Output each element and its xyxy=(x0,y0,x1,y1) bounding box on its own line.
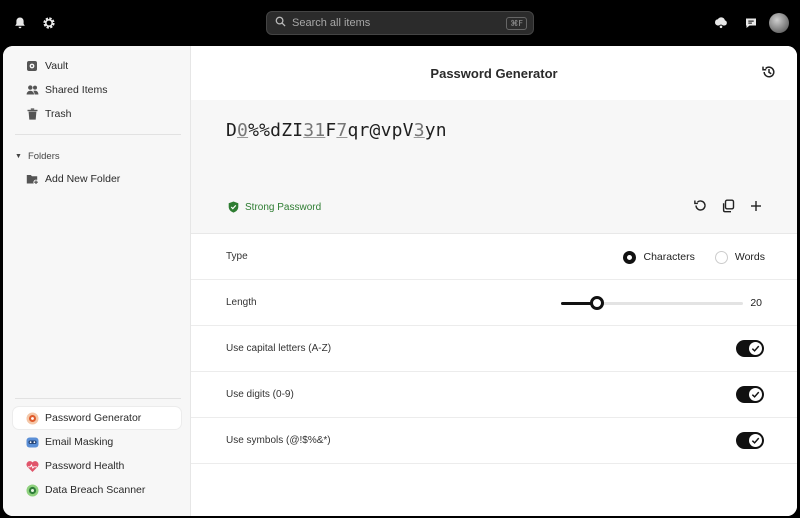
trash-icon xyxy=(25,107,39,121)
radio-selected[interactable] xyxy=(623,250,637,264)
copy-button[interactable] xyxy=(719,198,737,216)
sidebar-item-label: Add New Folder xyxy=(45,173,121,185)
password-digit-segment: 3 xyxy=(413,120,425,141)
sidebar-item-label: Vault xyxy=(45,60,69,72)
check-icon xyxy=(751,437,760,444)
option-row-capital-letters: Use capital letters (A-Z) xyxy=(191,326,797,372)
option-row-digits: Use digits (0-9) xyxy=(191,372,797,418)
password-digit-segment: 7 xyxy=(336,120,348,141)
password-actions xyxy=(691,198,765,216)
search-bar[interactable]: Search all items ⌘F xyxy=(266,11,534,35)
avatar[interactable] xyxy=(769,13,789,33)
radio-label: Words xyxy=(734,251,765,263)
length-slider[interactable] xyxy=(561,296,743,310)
page-title: Password Generator xyxy=(430,65,558,81)
folders-label: Folders xyxy=(27,151,60,162)
sync-icon[interactable] xyxy=(711,13,731,33)
search-shortcut-badge: ⌘F xyxy=(506,16,527,30)
sidebar: Vault Shared Items Trash ▼ Folders Add N… xyxy=(3,46,191,516)
app-window: Vault Shared Items Trash ▼ Folders Add N… xyxy=(3,46,797,516)
toggle-knob xyxy=(749,388,762,401)
plus-icon xyxy=(750,200,762,215)
password-digit-segment: 0 xyxy=(237,120,249,141)
option-label: Use capital letters (A-Z) xyxy=(226,343,332,354)
refresh-icon xyxy=(693,198,708,216)
folders-section-toggle[interactable]: ▼ Folders xyxy=(15,151,60,162)
email-masking-icon xyxy=(25,435,39,449)
search-icon xyxy=(275,16,286,30)
sidebar-item-label: Password Generator xyxy=(45,412,142,424)
data-breach-scanner-icon xyxy=(25,483,39,497)
sidebar-item-email-masking[interactable]: Email Masking xyxy=(13,431,181,453)
type-option-characters[interactable]: Characters xyxy=(623,250,695,264)
generated-password[interactable]: D0%%dZI31F7qr@vpV3yn xyxy=(226,120,447,141)
history-button[interactable] xyxy=(759,63,779,83)
add-new-folder-button[interactable]: Add New Folder xyxy=(13,168,181,190)
regenerate-button[interactable] xyxy=(691,198,709,216)
toggle-knob xyxy=(749,434,762,447)
add-button[interactable] xyxy=(747,198,765,216)
length-label: Length xyxy=(226,297,257,308)
length-value: 20 xyxy=(750,297,762,309)
shield-check-icon xyxy=(228,201,239,213)
sidebar-item-password-health[interactable]: Password Health xyxy=(13,455,181,477)
sidebar-divider xyxy=(15,398,181,399)
password-segment: yn xyxy=(424,120,447,141)
password-segment: %%dZI xyxy=(248,120,304,141)
chat-icon[interactable] xyxy=(741,13,761,33)
caret-down-icon: ▼ xyxy=(15,153,22,160)
sidebar-item-vault[interactable]: Vault xyxy=(13,55,181,77)
option-label: Use digits (0-9) xyxy=(226,389,294,400)
sidebar-item-shared-items[interactable]: Shared Items xyxy=(13,79,181,101)
radio-unselected[interactable] xyxy=(714,250,728,264)
check-icon xyxy=(751,391,760,398)
sidebar-item-data-breach-scanner[interactable]: Data Breach Scanner xyxy=(13,479,181,501)
password-digit-segment: 31 xyxy=(303,120,326,141)
people-icon xyxy=(25,83,39,97)
password-health-icon xyxy=(25,459,39,473)
length-row: Length 20 xyxy=(191,280,797,326)
password-segment: F xyxy=(325,120,337,141)
toggle-knob xyxy=(749,342,762,355)
copy-icon xyxy=(721,199,735,216)
option-label: Use symbols (@!$%&*) xyxy=(226,435,331,446)
radio-label: Characters xyxy=(643,251,695,263)
password-display-area: D0%%dZI31F7qr@vpV3yn Strong Password xyxy=(191,100,797,234)
password-strength-indicator: Strong Password xyxy=(228,201,321,213)
sidebar-divider xyxy=(15,134,181,135)
type-option-words[interactable]: Words xyxy=(714,250,765,264)
option-row-symbols: Use symbols (@!$%&*) xyxy=(191,418,797,464)
sidebar-item-label: Shared Items xyxy=(45,84,108,96)
password-segment: qr@vpV xyxy=(347,120,414,141)
sidebar-item-trash[interactable]: Trash xyxy=(13,103,181,125)
sidebar-item-label: Trash xyxy=(45,108,72,120)
type-label: Type xyxy=(226,251,248,262)
main-panel: Password Generator D0%%dZI31F7qr@vpV3yn … xyxy=(191,46,797,516)
capital-letters-toggle[interactable] xyxy=(736,340,764,357)
digits-toggle[interactable] xyxy=(736,386,764,403)
strength-label: Strong Password xyxy=(245,201,322,213)
type-row: Type Characters Words xyxy=(191,234,797,280)
sidebar-item-label: Password Health xyxy=(45,460,125,472)
top-bar: Search all items ⌘F xyxy=(0,0,800,46)
gear-icon[interactable] xyxy=(39,13,59,33)
symbols-toggle[interactable] xyxy=(736,432,764,449)
folder-plus-icon xyxy=(25,172,39,186)
password-segment: D xyxy=(226,120,238,141)
bell-icon[interactable] xyxy=(10,13,30,33)
vault-icon xyxy=(25,59,39,73)
slider-thumb[interactable] xyxy=(590,296,605,310)
type-radio-group: Characters Words xyxy=(623,234,765,280)
sidebar-item-password-generator[interactable]: Password Generator xyxy=(13,407,181,429)
history-icon xyxy=(761,64,777,83)
main-header: Password Generator xyxy=(191,46,797,100)
sidebar-item-label: Data Breach Scanner xyxy=(45,484,146,496)
sidebar-item-label: Email Masking xyxy=(45,436,114,448)
password-generator-icon xyxy=(25,411,39,425)
check-icon xyxy=(751,345,760,352)
search-input[interactable]: Search all items xyxy=(292,17,506,29)
